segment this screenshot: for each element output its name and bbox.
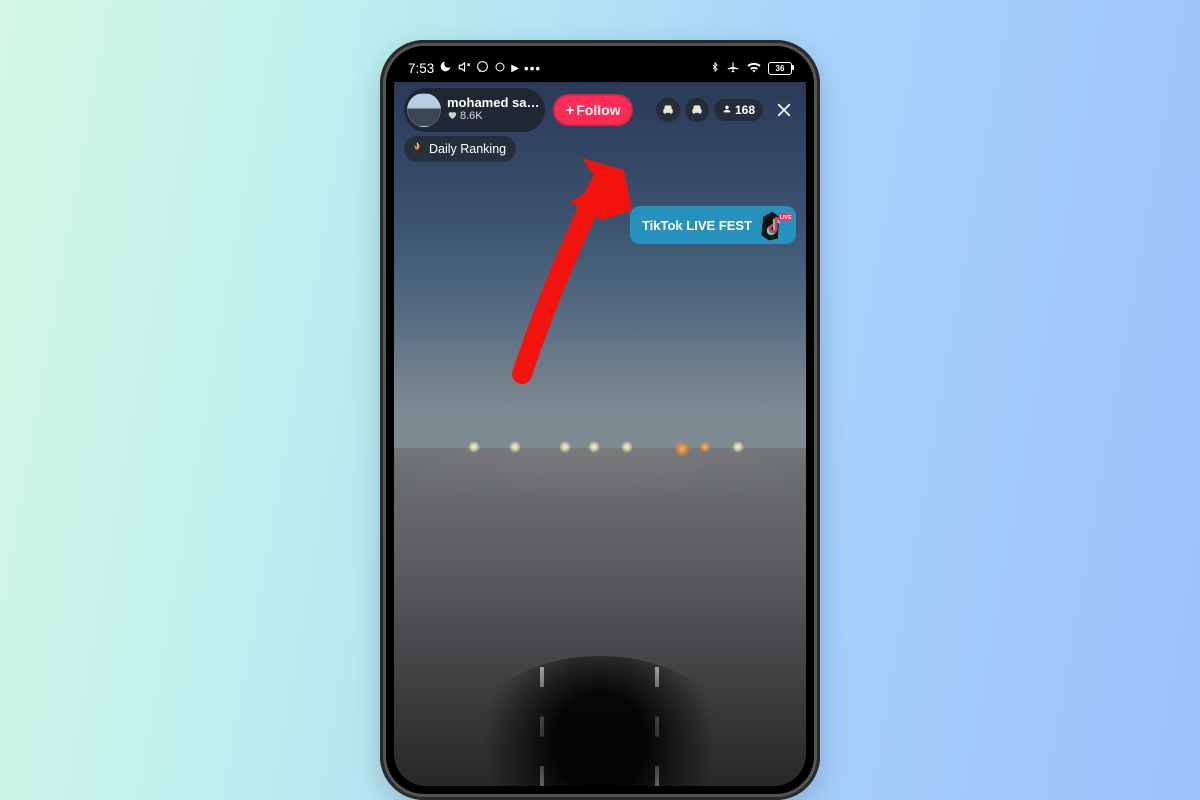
heart-icon	[447, 110, 457, 124]
ranking-label: Daily Ranking	[429, 142, 506, 156]
phone-frame: 7:53 ▶ •••	[380, 40, 820, 800]
video-headlights	[394, 441, 806, 459]
armchair-icon	[661, 103, 675, 117]
status-time: 7:53	[408, 61, 434, 76]
phone-screen: 7:53 ▶ •••	[394, 54, 806, 786]
creator-likes-value: 8.6K	[460, 111, 483, 123]
battery-level: 36	[776, 64, 785, 73]
svg-text:LIVE: LIVE	[780, 215, 792, 221]
fest-label: TikTok LIVE FEST	[642, 218, 752, 233]
status-left: 7:53 ▶ •••	[408, 60, 541, 77]
live-top-bar: mohamed sa… 8.6K + Follow	[394, 88, 806, 132]
close-icon	[775, 101, 793, 119]
armchair-icon	[690, 103, 704, 117]
whatsapp-icon	[476, 60, 489, 76]
viewer-cluster: 168	[656, 98, 796, 122]
creator-pill[interactable]: mohamed sa… 8.6K	[404, 88, 545, 132]
bluetooth-icon	[710, 60, 720, 77]
follow-label: Follow	[576, 102, 620, 118]
creator-likes: 8.6K	[447, 110, 539, 124]
battery-icon: 36	[768, 62, 792, 75]
sync-icon	[494, 61, 506, 76]
play-icon: ▶	[511, 63, 519, 74]
viewer-seat-1[interactable]	[656, 98, 680, 122]
airplane-mode-icon	[726, 60, 740, 77]
status-right: 36	[710, 60, 792, 77]
mute-icon	[457, 60, 471, 77]
close-button[interactable]	[772, 98, 796, 122]
person-icon	[722, 103, 732, 117]
dnd-moon-icon	[439, 60, 452, 76]
wifi-icon	[746, 60, 762, 76]
viewer-count-pill[interactable]: 168	[714, 99, 763, 121]
creator-info: mohamed sa… 8.6K	[447, 96, 539, 123]
plus-icon: +	[565, 102, 574, 119]
tiktok-live-fest-banner[interactable]: TikTok LIVE FEST LIVE	[630, 206, 796, 244]
more-notifications-icon: •••	[524, 61, 541, 76]
fire-icon	[410, 141, 424, 158]
fest-badge-icon: LIVE	[756, 208, 792, 244]
viewer-count: 168	[735, 103, 755, 117]
viewer-seat-2[interactable]	[685, 98, 709, 122]
follow-button[interactable]: + Follow	[553, 94, 632, 126]
daily-ranking-pill[interactable]: Daily Ranking	[404, 136, 516, 162]
page-background: 7:53 ▶ •••	[0, 0, 1200, 800]
creator-avatar[interactable]	[407, 93, 441, 127]
live-video[interactable]: mohamed sa… 8.6K + Follow	[394, 82, 806, 786]
status-bar: 7:53 ▶ •••	[394, 54, 806, 82]
creator-name: mohamed sa…	[447, 96, 539, 110]
